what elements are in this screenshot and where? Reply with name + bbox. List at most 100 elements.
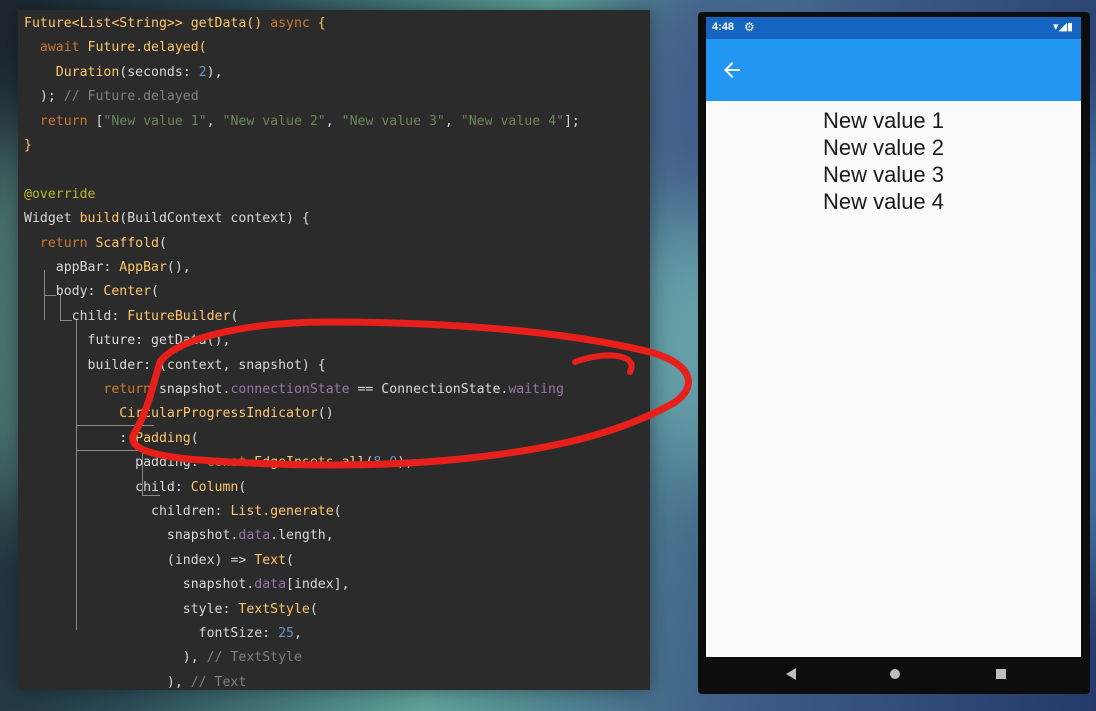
code-token: ),	[24, 650, 207, 666]
code-token: "New value 4"	[460, 113, 564, 129]
code-token: ,	[444, 113, 461, 129]
code-token: snapshot.	[24, 577, 255, 593]
code-token: // Future.delayed	[63, 89, 199, 105]
code-line: @override	[24, 183, 95, 207]
code-line: }	[24, 134, 32, 158]
back-nav-icon[interactable]	[784, 667, 798, 681]
code-token: );	[24, 89, 64, 105]
code-line: body: Center(	[24, 280, 159, 304]
code-token: ,	[206, 113, 223, 129]
code-token: ];	[563, 113, 580, 129]
code-token: ()	[317, 406, 334, 422]
code-token: Duration	[55, 64, 120, 80]
code-token: (	[309, 601, 318, 617]
code-token: future: getData(),	[24, 333, 231, 349]
code-token: Center	[103, 284, 152, 300]
code-line: ), // Text	[24, 671, 246, 690]
app-content: New value 1 New value 2 New value 3 New …	[706, 101, 1081, 657]
phone-emulator: 4:48 ⚙ ▾◢▮ New value 1 New value 2 New v…	[698, 12, 1090, 694]
code-token: .length,	[270, 528, 334, 544]
code-token: "New value 2"	[222, 113, 326, 129]
code-token: padding:	[24, 455, 207, 471]
back-arrow-icon[interactable]	[720, 58, 744, 82]
code-token: const	[206, 455, 255, 471]
code-line: Future<List<String>> getData() async {	[24, 12, 326, 36]
code-line: return Scaffold(	[24, 232, 167, 256]
code-line: fontSize: 25,	[24, 622, 302, 646]
code-token: data	[238, 528, 271, 544]
code-token: 2	[198, 64, 207, 80]
code-token: @override	[24, 186, 96, 202]
code-token: == ConnectionState.	[349, 382, 509, 397]
code-token: ),	[206, 64, 223, 80]
code-token: AppBar	[119, 260, 167, 275]
code-token: ),	[397, 455, 414, 471]
code-token: {	[309, 16, 326, 31]
code-token: // TextStyle	[206, 650, 302, 666]
code-line: child: Column(	[24, 476, 246, 500]
code-token: Column	[190, 479, 239, 495]
code-token: (	[238, 479, 247, 495]
home-nav-icon[interactable]	[888, 667, 902, 681]
code-token: "New value 1"	[103, 113, 207, 129]
code-token: body:	[24, 284, 104, 300]
code-token: CircularProgressIndicator	[119, 406, 318, 422]
code-line: style: TextStyle(	[24, 598, 318, 622]
code-editor: Future<List<String>> getData() async { a…	[18, 10, 650, 690]
code-token: return	[39, 113, 96, 129]
code-token: snapshot.	[158, 382, 231, 397]
list-item: New value 3	[822, 162, 945, 187]
settings-icon: ⚙	[744, 20, 755, 34]
code-token: (	[230, 308, 239, 324]
code-line: Widget build(BuildContext context) {	[24, 207, 310, 231]
code-token: Scaffold	[95, 235, 159, 251]
code-token: fontSize:	[24, 626, 279, 641]
code-token: (	[333, 504, 342, 519]
code-token: children:	[24, 504, 231, 519]
code-token: return	[39, 235, 96, 251]
code-line: builder: (context, snapshot) {	[24, 354, 326, 378]
status-bar: 4:48 ⚙ ▾◢▮	[706, 17, 1081, 39]
code-token: FutureBuilder	[127, 308, 231, 324]
code-token: (	[159, 235, 167, 251]
code-line: await Future.delayed(	[24, 36, 207, 60]
list-item: New value 2	[822, 135, 945, 160]
recents-nav-icon[interactable]	[994, 667, 1008, 681]
code-token: (),	[166, 260, 191, 275]
code-token: build	[79, 211, 120, 227]
code-line: ); // Future.delayed	[24, 85, 199, 109]
code-token: async	[270, 16, 310, 31]
code-line: snapshot.data[index],	[24, 573, 350, 597]
app-bar	[706, 39, 1081, 101]
code-token: TextStyle	[238, 601, 310, 617]
code-line: children: List.generate(	[24, 500, 342, 524]
code-token: }	[24, 138, 32, 153]
code-line: snapshot.data.length,	[24, 524, 334, 548]
code-token: data	[254, 577, 287, 593]
code-line: padding: const EdgeInsets.all(8.0),	[24, 451, 413, 475]
code-token: appBar:	[24, 260, 120, 275]
code-token: Widget	[24, 211, 80, 227]
code-token: 8.0	[373, 455, 398, 471]
code-line: (index) => Text(	[24, 549, 294, 573]
code-token: return	[103, 382, 159, 397]
code-line: CircularProgressIndicator()	[24, 402, 334, 426]
code-line: child: FutureBuilder(	[24, 305, 239, 329]
code-line: : Padding(	[24, 427, 198, 451]
code-token: EdgeInsets.all	[254, 455, 366, 471]
code-token: Future<List<String>> getData()	[24, 16, 271, 31]
code-token: List.generate	[230, 504, 334, 519]
code-token: snapshot.	[24, 528, 239, 544]
code-line: return ["New value 1", "New value 2", "N…	[24, 110, 580, 134]
code-token: builder: (context, snapshot) {	[24, 357, 326, 373]
status-time: 4:48	[712, 21, 735, 33]
code-token: connectionState	[230, 382, 350, 397]
code-token: await	[39, 40, 88, 56]
code-token: // Text	[190, 674, 247, 690]
